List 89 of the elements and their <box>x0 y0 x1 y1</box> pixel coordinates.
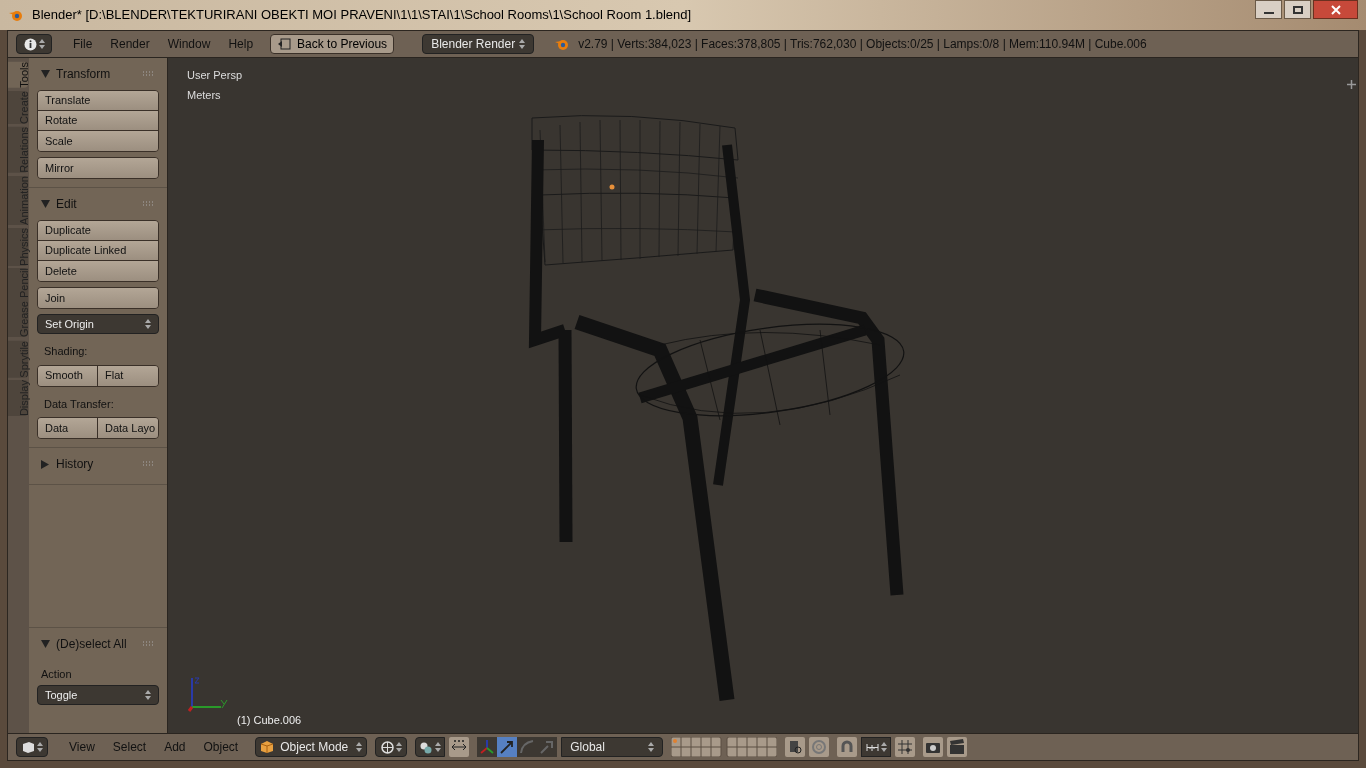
tool-button[interactable]: Mirror <box>38 158 158 178</box>
blender-logo-icon <box>554 37 571 51</box>
up-down-arrows-icon <box>434 741 441 753</box>
info-icon <box>23 37 37 51</box>
menu-item[interactable]: Add <box>155 738 195 756</box>
sidebar-tab[interactable]: Display <box>8 380 28 417</box>
cube-icon <box>260 740 275 754</box>
menu-item[interactable]: Help <box>219 35 263 53</box>
action-dropdown[interactable]: Toggle <box>37 685 159 705</box>
minimize-button[interactable] <box>1255 0 1282 19</box>
sidebar-tab[interactable]: Physics <box>8 227 28 266</box>
tool-button[interactable]: Duplicate Linked <box>38 241 158 261</box>
tool-button[interactable]: Join <box>38 288 158 308</box>
active-object-label: (1) Cube.006 <box>237 713 302 728</box>
up-down-arrows-icon <box>519 38 526 50</box>
up-down-arrows-icon <box>145 318 151 330</box>
panel-title[interactable]: History <box>56 455 94 473</box>
layers-grid-icon[interactable] <box>671 737 778 757</box>
drag-handle-icon[interactable] <box>143 461 155 467</box>
tool-button[interactable]: Flat <box>98 365 158 386</box>
section-label: Shading: <box>43 344 89 359</box>
menu-item[interactable]: Object <box>194 738 248 756</box>
tool-button[interactable]: Duplicate <box>38 221 158 241</box>
view-name: User Persp <box>187 68 243 83</box>
plus-icon[interactable] <box>1347 80 1356 89</box>
editor-type-button[interactable] <box>16 737 48 757</box>
up-down-arrows-icon <box>356 741 363 753</box>
expand-triangle-icon[interactable] <box>41 459 52 469</box>
viewport-shading-dropdown[interactable] <box>375 737 408 757</box>
sidebar-tab[interactable]: Tools <box>8 62 28 88</box>
drag-handle-icon[interactable] <box>143 640 155 647</box>
pivot-circles-icon <box>419 740 433 754</box>
render-engine-dropdown[interactable]: Blender Render <box>422 34 535 54</box>
up-down-arrows-icon <box>880 741 887 753</box>
drag-handle-icon[interactable] <box>143 71 155 77</box>
3d-viewport[interactable]: User Persp Meters (1) Cube.006 <box>168 58 1358 733</box>
section-label: Data Transfer: <box>43 396 115 412</box>
manipulate-centers-icon[interactable] <box>449 737 470 757</box>
up-down-arrows-icon <box>36 741 43 753</box>
panel-title[interactable]: (De)select All <box>56 634 127 653</box>
action-label: Action <box>40 666 73 682</box>
menu-item[interactable]: Select <box>103 738 156 756</box>
drag-handle-icon[interactable] <box>143 201 155 207</box>
up-down-arrows-icon <box>38 38 45 50</box>
collapse-triangle-icon[interactable] <box>41 200 52 208</box>
maximize-button[interactable] <box>1284 0 1311 19</box>
back-icon <box>277 38 292 50</box>
clapperboard-icon[interactable] <box>947 737 968 757</box>
menu-item[interactable]: File <box>64 35 102 53</box>
tool-button[interactable]: Scale <box>38 131 158 151</box>
cube-icon <box>21 740 35 754</box>
up-down-arrows-icon <box>145 689 151 701</box>
scene-statistics: v2.79 | Verts:384,023 | Faces:378,805 | Tris:762,030 | Objects:0/25 | Lamps:0/8 | Mem:110.94M | Cube.006 <box>578 36 1147 53</box>
units-label: Meters <box>187 88 221 103</box>
tool-button[interactable]: Rotate <box>38 111 158 131</box>
close-button[interactable] <box>1313 0 1358 19</box>
lock-layers-icon[interactable] <box>785 737 806 757</box>
up-down-arrows-icon <box>648 741 655 753</box>
axis-gizmo-icon <box>187 674 229 712</box>
back-to-previous-button[interactable]: Back to Previous <box>270 34 395 54</box>
collapse-triangle-icon[interactable] <box>41 70 52 78</box>
magnet-icon[interactable] <box>837 737 858 757</box>
sidebar-tab[interactable]: Sprytile <box>8 340 28 378</box>
close-icon <box>1330 4 1341 15</box>
mode-dropdown[interactable]: Object Mode <box>255 737 368 757</box>
axes-icon[interactable] <box>477 737 498 757</box>
snap-target-icon[interactable] <box>895 737 916 757</box>
menu-item[interactable]: View <box>60 738 104 756</box>
panel-title[interactable]: Transform <box>56 65 111 83</box>
tool-button[interactable]: Translate <box>38 91 158 111</box>
info-editor-button[interactable] <box>16 34 52 54</box>
menu-item[interactable]: Render <box>101 35 159 53</box>
menu-item[interactable]: Window <box>158 35 220 53</box>
tool-button[interactable]: Data <box>38 418 98 438</box>
snap-element-dropdown[interactable] <box>861 737 892 757</box>
collapse-triangle-icon[interactable] <box>41 639 52 648</box>
set-origin-dropdown[interactable]: Set Origin <box>37 314 159 334</box>
panel-title[interactable]: Edit <box>56 195 77 213</box>
pivot-point-dropdown[interactable] <box>415 737 446 757</box>
camera-icon[interactable] <box>923 737 944 757</box>
tool-button[interactable]: Delete <box>38 261 158 281</box>
up-down-arrows-icon <box>395 741 402 753</box>
globe-icon <box>380 740 394 754</box>
tool-button[interactable]: Data Layo <box>98 418 158 438</box>
proportional-editing-icon[interactable] <box>809 737 830 757</box>
transform-orientation-dropdown[interactable]: Global <box>561 737 664 757</box>
tool-button[interactable]: Smooth <box>38 365 98 386</box>
window-title: Blender* [D:\BLENDER\TEKTURIRANI OBEKTI MOI PRAVENI\1\1\STAI\1\School Rooms\1\School Room 1.blend] <box>32 6 692 25</box>
blender-logo-icon <box>8 8 24 22</box>
